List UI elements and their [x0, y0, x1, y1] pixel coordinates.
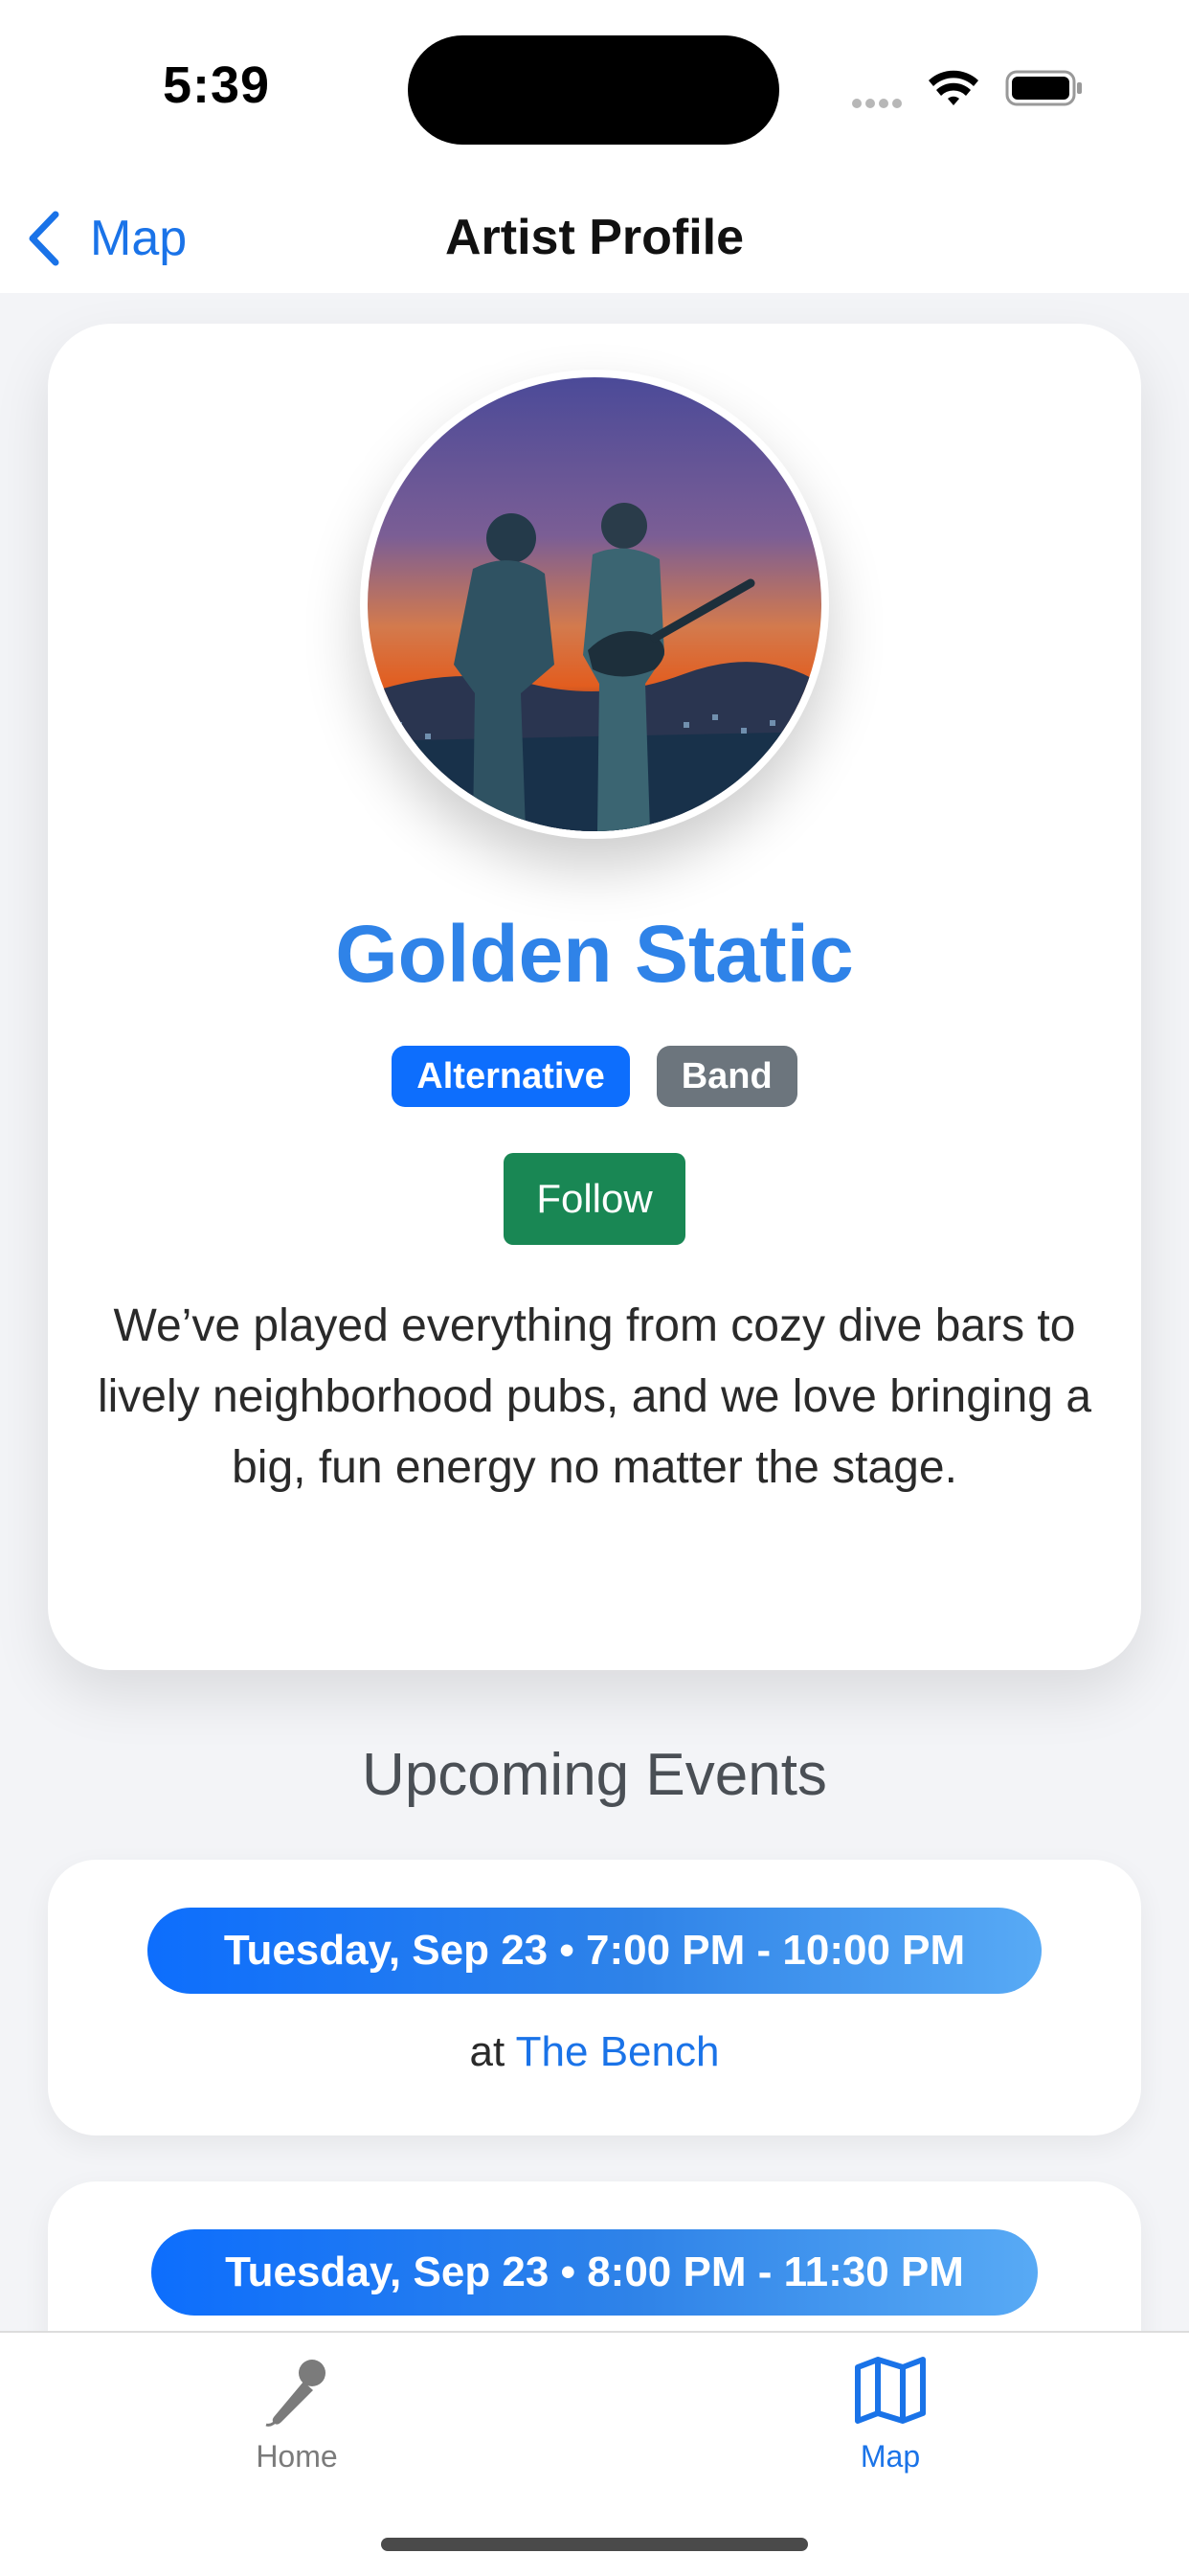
tab-map-label: Map [860, 2439, 921, 2474]
event-at-label: at [469, 2028, 505, 2075]
home-indicator [381, 2538, 808, 2551]
battery-icon [1005, 70, 1082, 106]
artist-profile-card: Golden Static Alternative Band Follow We… [48, 324, 1141, 1670]
artist-avatar [360, 370, 829, 839]
page-title: Artist Profile [444, 210, 745, 265]
microphone-icon [265, 2360, 325, 2427]
dynamic-island [408, 35, 779, 145]
wifi-icon [929, 70, 978, 105]
event-date-time: Tuesday, Sep 23 • 8:00 PM - 11:30 PM [151, 2229, 1038, 2316]
artist-name: Golden Static [335, 909, 854, 999]
tab-home[interactable]: Home [182, 2352, 412, 2474]
cellular-signal-icon [852, 96, 911, 108]
tab-home-label: Home [256, 2439, 338, 2474]
artist-tags: Alternative Band [48, 1046, 1141, 1107]
map-icon [855, 2357, 926, 2424]
artist-bio: We’ve played everything from cozy dive b… [97, 1300, 1092, 1493]
tab-map[interactable]: Map [775, 2352, 1005, 2474]
event-card[interactable]: Tuesday, Sep 23 • 7:00 PM - 10:00 PM at … [48, 1860, 1141, 2135]
artist-type-badge: Band [656, 1046, 797, 1107]
genre-badge: Alternative [392, 1046, 630, 1107]
status-bar: 5:39 [0, 0, 1189, 182]
band-photo-icon [368, 377, 821, 831]
upcoming-events-heading: Upcoming Events [362, 1742, 827, 1808]
status-time: 5:39 [163, 56, 271, 114]
navigation-bar: Map Artist Profile [0, 182, 1189, 293]
venue-link[interactable]: The Bench [516, 2028, 720, 2075]
follow-button[interactable]: Follow [504, 1153, 685, 1245]
event-date-time: Tuesday, Sep 23 • 7:00 PM - 10:00 PM [147, 1908, 1042, 1994]
event-venue-line: at The Bench [48, 2028, 1141, 2076]
